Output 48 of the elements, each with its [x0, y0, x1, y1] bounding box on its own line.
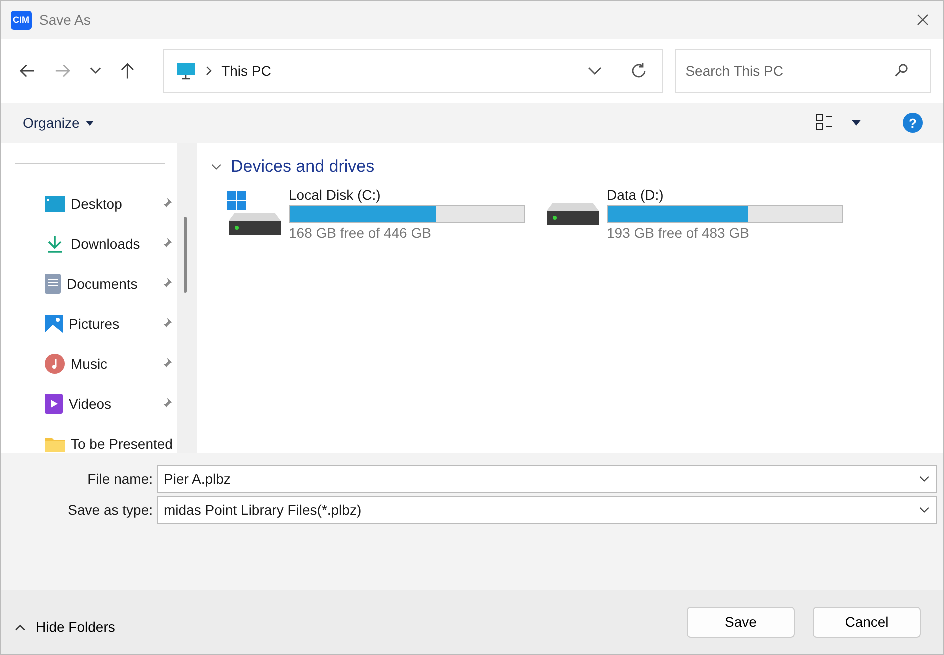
- monitor-icon: [176, 62, 196, 80]
- organize-button[interactable]: Organize: [15, 111, 102, 135]
- address-bar[interactable]: This PC: [162, 49, 663, 93]
- help-button[interactable]: ?: [903, 113, 923, 133]
- save-button[interactable]: Save: [687, 606, 795, 638]
- music-note-icon: [45, 354, 65, 374]
- desktop-icon: [45, 196, 65, 212]
- document-icon: [45, 274, 61, 294]
- file-name-field[interactable]: Pier A.plbz: [157, 465, 937, 493]
- sidebar-item[interactable]: Music: [1, 344, 177, 384]
- file-name-label: File name:: [86, 471, 153, 487]
- caret-down-icon[interactable]: [852, 120, 861, 126]
- drive-name[interactable]: Data (D:): [607, 187, 843, 203]
- cancel-button[interactable]: Cancel: [813, 606, 921, 638]
- chevron-down-icon[interactable]: [90, 67, 102, 75]
- download-arrow-icon: [45, 235, 65, 253]
- sidebar-item[interactable]: Downloads: [1, 224, 177, 264]
- free-space-text: 193 GB free of 483 GB: [607, 225, 750, 241]
- video-icon: [45, 394, 63, 414]
- hide-folders-button[interactable]: Hide Folders: [15, 619, 116, 635]
- back-arrow-icon[interactable]: [19, 62, 36, 80]
- section-header[interactable]: Devices and drives: [209, 157, 931, 177]
- view-options-icon[interactable]: [816, 114, 834, 132]
- window-title: Save As: [40, 12, 92, 28]
- chevron-down-icon[interactable]: [919, 506, 930, 514]
- sidebar-item[interactable]: Videos: [1, 384, 177, 424]
- search-field[interactable]: Search This PC: [674, 49, 931, 93]
- sidebar-item[interactable]: Pictures: [1, 304, 177, 344]
- drive-name[interactable]: Local Disk (C:): [289, 187, 525, 203]
- sidebar-item[interactable]: Documents: [1, 264, 177, 304]
- picture-icon: [45, 315, 63, 333]
- search-icon[interactable]: [894, 63, 909, 78]
- close-icon[interactable]: [917, 14, 929, 26]
- save-type-label: Save as type:: [67, 502, 153, 518]
- free-space-text: 168 GB free of 446 GB: [289, 225, 432, 241]
- folder-icon: [45, 436, 65, 452]
- refresh-icon[interactable]: [630, 62, 648, 80]
- chevron-down-icon[interactable]: [919, 476, 930, 482]
- chevron-down-icon[interactable]: [588, 67, 602, 75]
- app-logo: CIM: [11, 10, 32, 30]
- save-type-dropdown[interactable]: midas Point Library Files(*.plbz): [157, 496, 937, 524]
- caret-down-icon: [86, 120, 94, 126]
- sidebar-item[interactable]: Desktop: [1, 184, 177, 224]
- address-text: This PC: [222, 63, 272, 79]
- sidebar-item[interactable]: To be Presented: [1, 424, 177, 453]
- chevron-right-icon: [206, 66, 212, 76]
- chevron-down-icon[interactable]: [211, 164, 222, 170]
- chevron-up-icon: [15, 624, 26, 630]
